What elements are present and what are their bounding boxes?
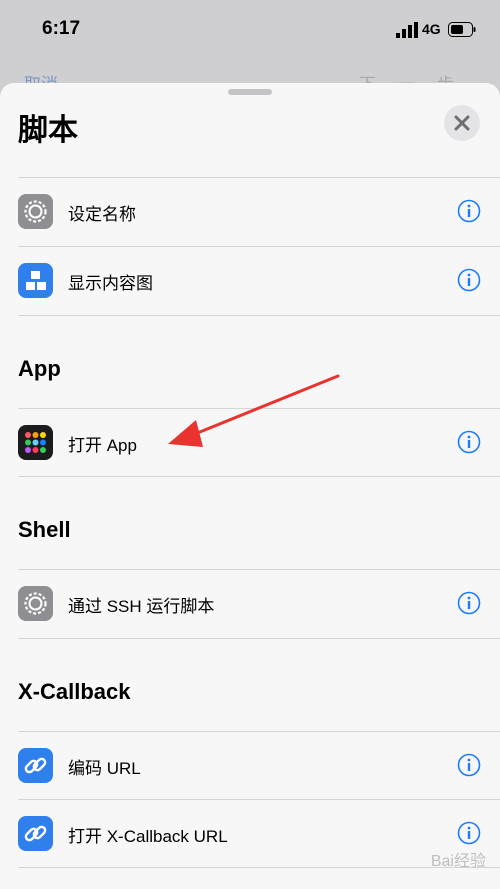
annotation-arrow-icon [168,374,340,447]
